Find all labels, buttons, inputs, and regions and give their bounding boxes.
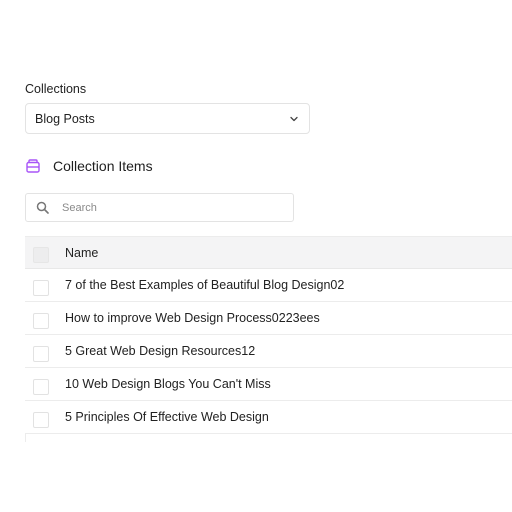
row-name: 5 Principles Of Effective Web Design [65,410,269,424]
row-name: 10 Web Design Blogs You Can't Miss [65,377,271,391]
collection-panel: Collections Blog Posts Collection Items [0,0,512,512]
table-header: Name [25,236,512,269]
table-row[interactable]: How to improve Web Design Process0223ees [25,302,512,335]
row-checkbox-cell [25,335,65,367]
items-table: Name 7 of the Best Examples of Beautiful… [25,236,512,442]
search-input[interactable] [62,194,293,221]
row-checkbox[interactable] [33,279,49,296]
table-row[interactable]: 10 Web Design Blogs You Can't Miss [25,368,512,401]
row-checkbox-cell [25,401,65,433]
collections-label: Collections [25,82,87,96]
chevron-down-icon [288,113,300,125]
collections-select[interactable]: Blog Posts [25,103,310,134]
database-icon [25,158,41,174]
table-row[interactable]: 5 Principles Of Effective Web Design [25,401,512,434]
header-checkbox-cell [25,237,65,268]
row-checkbox-cell [25,368,65,400]
row-checkbox[interactable] [33,345,49,362]
table-row[interactable]: 7 of the Best Examples of Beautiful Blog… [25,269,512,302]
table-row[interactable]: 5 Great Web Design Resources12 [25,335,512,368]
collections-select-value: Blog Posts [35,111,95,126]
search-icon [36,201,49,214]
collection-items-header: Collection Items [25,158,153,174]
row-name: 7 of the Best Examples of Beautiful Blog… [65,278,345,292]
row-checkbox-cell [25,269,65,301]
row-name: How to improve Web Design Process0223ees [65,311,320,325]
table-row-partial [25,434,512,442]
search-box[interactable] [25,193,294,222]
row-checkbox[interactable] [33,312,49,329]
row-checkbox[interactable] [33,411,49,428]
column-header-name[interactable]: Name [65,246,98,260]
row-name: 5 Great Web Design Resources12 [65,344,256,358]
row-checkbox-cell [25,302,65,334]
collection-items-title: Collection Items [53,158,153,174]
row-checkbox[interactable] [33,378,49,395]
select-all-checkbox[interactable] [33,246,49,263]
